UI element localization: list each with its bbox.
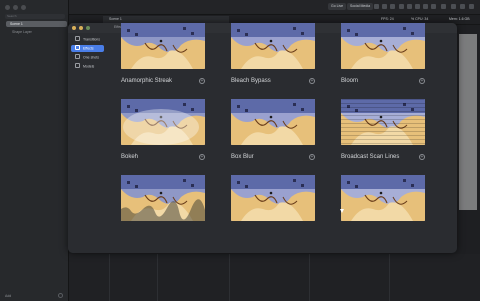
toolbar-icon-6[interactable] — [415, 4, 420, 9]
fps-readout: FPS: 24 — [381, 17, 394, 21]
effect-thumbnail[interactable] — [231, 99, 315, 145]
effects-browser-modal: Effects Transitions Effects One shots Mo… — [68, 23, 457, 253]
category-models[interactable]: Models — [71, 63, 104, 70]
toolbar-icon-8[interactable] — [431, 4, 436, 9]
category-sidebar: Transitions Effects One shots Models — [68, 33, 108, 253]
effect-label: Broadcast Scan Lines — [341, 154, 400, 160]
effect-thumbnail[interactable] — [231, 23, 315, 69]
toolbar-icon-3[interactable] — [390, 4, 395, 9]
toolbar-icon-10[interactable] — [451, 4, 456, 9]
social-media-button[interactable]: Social Media — [347, 3, 374, 10]
transitions-icon — [75, 36, 80, 41]
plus-icon: + — [200, 78, 204, 84]
effect-label: Anamorphic Streak — [121, 78, 173, 84]
navigator-pane: Search Scene 1 Shape Layer Add — [0, 0, 69, 301]
add-effect-button[interactable]: + — [419, 78, 425, 84]
navigator-add-label[interactable]: Add — [5, 294, 11, 298]
plus-icon: + — [420, 78, 424, 84]
one-shots-icon — [75, 54, 80, 59]
effect-thumbnail[interactable] — [121, 175, 205, 221]
effect-thumbnail[interactable] — [121, 99, 205, 145]
category-one-shots[interactable]: One shots — [71, 54, 104, 61]
toolbar-icon-7[interactable] — [423, 4, 428, 9]
effect-thumbnail[interactable] — [121, 23, 205, 69]
navigator-search[interactable]: Search — [5, 14, 65, 19]
toolbar-icon-11[interactable] — [460, 4, 465, 9]
modal-window-controls[interactable] — [72, 26, 90, 30]
effect-label: Bloom — [341, 78, 359, 84]
toolbar: Go Live Social Media — [69, 0, 480, 15]
navigator-item-layer[interactable]: Shape Layer — [12, 30, 32, 34]
add-effect-button[interactable]: + — [199, 78, 205, 84]
toolbar-icon-4[interactable] — [399, 4, 404, 9]
plus-icon: + — [310, 78, 314, 84]
go-live-button[interactable]: Go Live — [328, 3, 347, 10]
add-effect-button[interactable]: + — [419, 154, 425, 160]
effects-icon — [75, 45, 80, 50]
window-controls[interactable] — [5, 5, 26, 10]
navigator-item-scene[interactable]: Scene 1 — [6, 21, 67, 27]
add-effect-button[interactable]: + — [199, 154, 205, 160]
mouse-pointer-icon — [340, 209, 344, 213]
toolbar-icon-9[interactable] — [441, 4, 446, 9]
cpu-readout: % CPU: 34 — [411, 17, 429, 21]
models-icon — [75, 63, 80, 68]
timeline — [69, 254, 480, 301]
effect-thumbnail[interactable] — [341, 99, 425, 145]
category-effects[interactable]: Effects — [71, 45, 104, 52]
effect-label: Bokeh — [121, 154, 139, 160]
effect-thumbnail[interactable] — [341, 23, 425, 69]
toolbar-icon-1[interactable] — [374, 4, 379, 9]
inspector-panel — [459, 34, 477, 210]
toolbar-icon-5[interactable] — [407, 4, 412, 9]
plus-icon: + — [420, 154, 424, 160]
effect-label: Bleach Bypass — [231, 78, 271, 84]
category-transitions[interactable]: Transitions — [71, 36, 104, 43]
memory-readout: Mem: 1.6 GB — [449, 17, 470, 21]
effect-label: Box Blur — [231, 154, 254, 160]
effect-thumbnail[interactable] — [231, 175, 315, 221]
toolbar-icon-12[interactable] — [469, 4, 474, 9]
navigator-options-icon[interactable] — [58, 293, 63, 298]
plus-icon: + — [200, 154, 204, 160]
tab-scene[interactable]: Scene 1 — [103, 16, 229, 23]
plus-icon: + — [310, 154, 314, 160]
add-effect-button[interactable]: + — [309, 154, 315, 160]
effect-thumbnail[interactable] — [341, 175, 425, 221]
toolbar-icon-2[interactable] — [382, 4, 387, 9]
add-effect-button[interactable]: + — [309, 78, 315, 84]
